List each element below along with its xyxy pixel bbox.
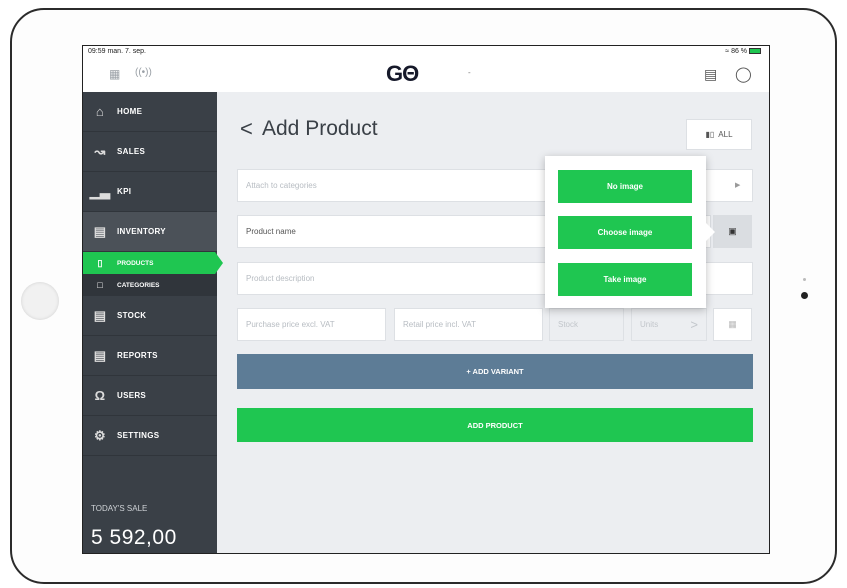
- sidebar-item-stock[interactable]: ▤ STOCK: [83, 296, 217, 336]
- stock-field[interactable]: Stock: [549, 308, 624, 341]
- sidebar-subitem-label: CATEGORIES: [117, 281, 160, 289]
- sidebar: ⌂ HOME ↝ SALES ▁▃ KPI ▤ INVENTORY ▯ PROD…: [83, 92, 223, 553]
- sidebar-subitem-categories[interactable]: □ CATEGORIES: [83, 274, 217, 296]
- app-logo: GΘ: [386, 61, 419, 86]
- gear-icon: ⚙: [94, 427, 106, 443]
- home-hardware-button[interactable]: [21, 282, 59, 320]
- sidebar-item-label: KPI: [117, 187, 132, 196]
- battery-percent: 86 %: [731, 48, 748, 55]
- top-bar: ▦ ((•)) GΘ - ▤ ◯: [83, 58, 769, 92]
- status-time: 09:59 man. 7. sep.: [88, 48, 146, 55]
- sidebar-item-kpi[interactable]: ▁▃ KPI: [83, 172, 217, 212]
- page-title: Add Product: [262, 117, 378, 140]
- retail-price-field[interactable]: Retail price incl. VAT: [394, 308, 543, 341]
- sidebar-item-inventory[interactable]: ▤ INVENTORY: [83, 212, 217, 252]
- logo-dot: -: [468, 68, 471, 77]
- sidebar-item-label: INVENTORY: [117, 227, 166, 236]
- add-product-button[interactable]: ADD PRODUCT: [237, 408, 753, 442]
- sidebar-subitem-products[interactable]: ▯ PRODUCTS: [83, 252, 223, 274]
- todays-sale-value: 5 592,00: [91, 526, 177, 549]
- sidebar-item-label: REPORTS: [117, 351, 158, 360]
- units-placeholder: Units: [640, 320, 659, 329]
- folder-icon: □: [97, 280, 103, 290]
- camera-dot: [801, 292, 808, 299]
- choose-image-button[interactable]: Choose image: [558, 216, 692, 249]
- stock-box-icon: ▤: [93, 307, 107, 323]
- camera-button[interactable]: ▣: [713, 215, 752, 248]
- cash-drawer-icon[interactable]: ▤: [704, 66, 717, 83]
- reports-doc-icon: ▤: [93, 347, 107, 363]
- barcode-icon: ▮▯: [705, 130, 715, 139]
- product-description-placeholder: Product description: [246, 274, 315, 283]
- sidebar-item-sales[interactable]: ↝ SALES: [83, 132, 217, 172]
- add-variant-button[interactable]: + ADD VARIANT: [237, 354, 753, 389]
- sensor-dot: [803, 278, 806, 281]
- camera-icon: ▣: [728, 226, 737, 236]
- sidebar-item-settings[interactable]: ⚙ SETTINGS: [83, 416, 217, 456]
- sales-chart-icon: ↝: [94, 143, 106, 159]
- sidebar-item-label: STOCK: [117, 311, 147, 320]
- wifi-icon: ≈: [725, 48, 730, 55]
- table-grid-icon[interactable]: ▦: [109, 67, 120, 81]
- purchase-price-placeholder: Purchase price excl. VAT: [246, 320, 335, 329]
- home-icon: ⌂: [95, 104, 105, 119]
- inventory-box-icon: ▤: [93, 223, 107, 239]
- kpi-bars-icon: ▁▃: [89, 183, 111, 199]
- sidebar-item-label: SETTINGS: [117, 431, 160, 440]
- sidebar-item-label: SALES: [117, 147, 146, 156]
- no-image-button[interactable]: No image: [558, 170, 692, 203]
- app-screen: 09:59 man. 7. sep. ≈ 86 % ▦ ((•)) GΘ - ▤…: [82, 45, 770, 554]
- battery-status: ≈ 86 %: [725, 48, 761, 55]
- categories-arrow-icon[interactable]: ▶: [735, 181, 740, 189]
- status-bar: 09:59 man. 7. sep. ≈ 86 %: [83, 46, 769, 58]
- back-button[interactable]: <: [240, 116, 253, 142]
- sidebar-item-label: USERS: [117, 391, 147, 400]
- grid-icon: ▦: [728, 319, 737, 329]
- units-field[interactable]: Units >: [631, 308, 707, 341]
- purchase-price-field[interactable]: Purchase price excl. VAT: [237, 308, 386, 341]
- units-chevron-icon: >: [690, 317, 698, 332]
- retail-price-placeholder: Retail price incl. VAT: [403, 320, 477, 329]
- battery-icon: [749, 48, 761, 55]
- products-icon: ▯: [97, 257, 103, 268]
- product-name-value: Product name: [246, 227, 296, 236]
- categories-placeholder: Attach to categories: [246, 181, 317, 190]
- sidebar-item-home[interactable]: ⌂ HOME: [83, 92, 217, 132]
- users-icon: Ω: [94, 388, 106, 403]
- user-profile-icon[interactable]: ◯: [735, 65, 752, 83]
- stock-placeholder: Stock: [558, 320, 579, 329]
- sidebar-item-label: HOME: [117, 107, 143, 116]
- all-button-label: ALL: [718, 130, 733, 139]
- take-image-button[interactable]: Take image: [558, 263, 692, 296]
- sidebar-subitem-label: PRODUCTS: [117, 259, 154, 267]
- all-barcode-button[interactable]: ▮▯ ALL: [686, 119, 752, 150]
- sidebar-item-reports[interactable]: ▤ REPORTS: [83, 336, 217, 376]
- image-popover: No image Choose image Take image: [545, 156, 715, 308]
- todays-sale-label: TODAY'S SALE: [91, 504, 148, 513]
- grid-button[interactable]: ▦: [713, 308, 752, 341]
- signal-icon[interactable]: ((•)): [135, 67, 152, 78]
- sidebar-item-users[interactable]: Ω USERS: [83, 376, 217, 416]
